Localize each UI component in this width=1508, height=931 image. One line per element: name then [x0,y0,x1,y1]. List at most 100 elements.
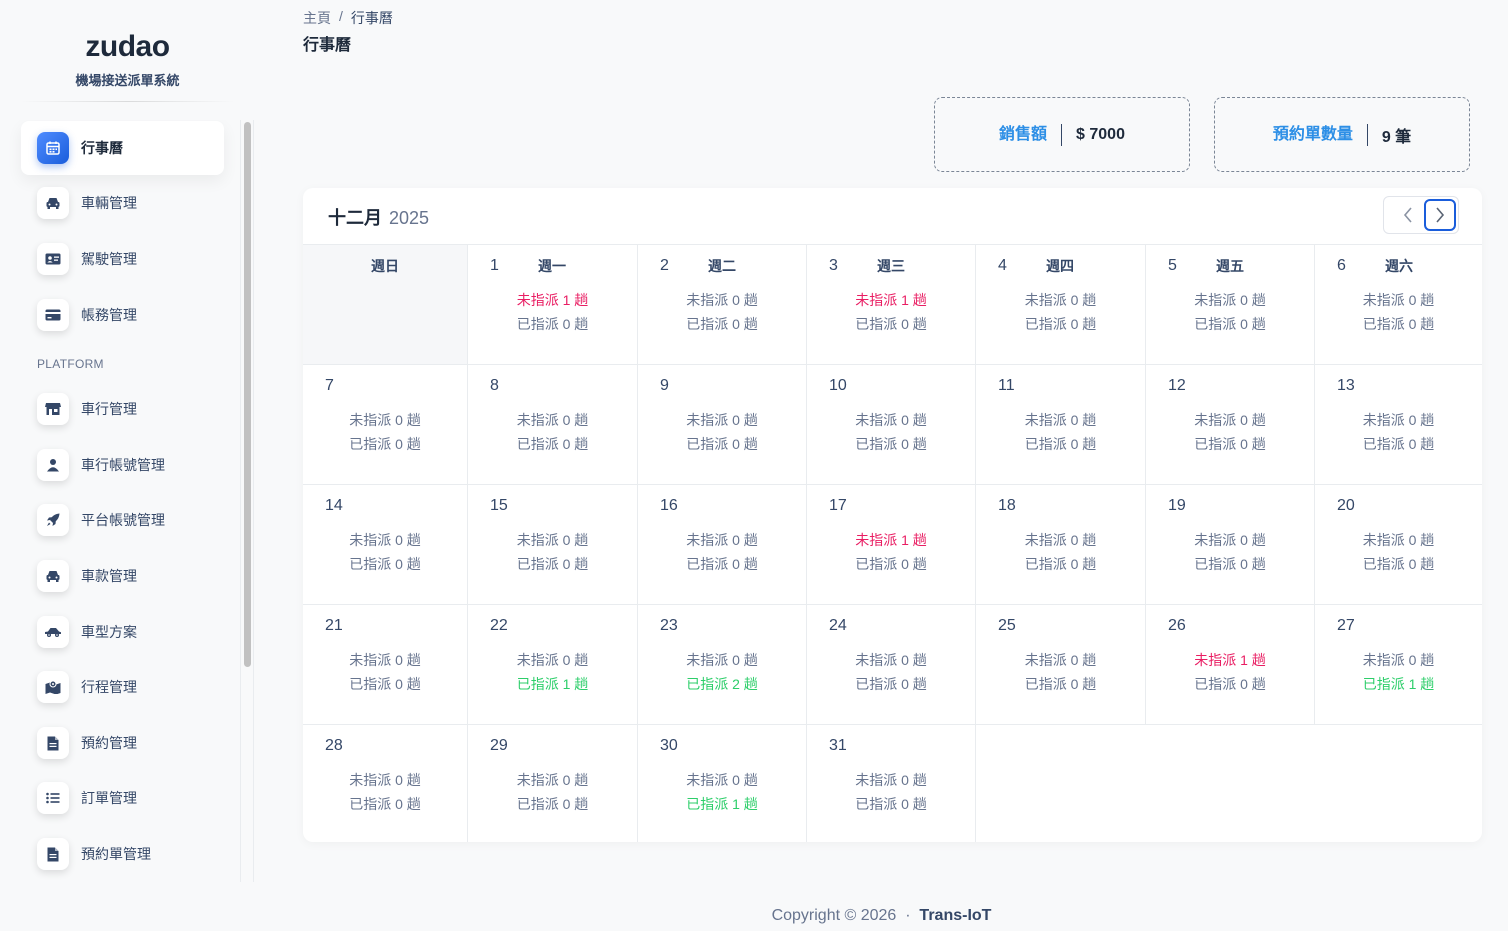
calendar-day-cell[interactable]: 17 未指派 1 趟已指派 0 趟 [807,485,976,605]
calendar-day-cell[interactable]: 週六 6 未指派 0 趟已指派 0 趟 [1315,245,1482,365]
brand[interactable]: zudao 機場接送派單系統 [20,30,235,89]
assigned-count: 已指派 0 趟 [1362,316,1435,332]
next-month-button[interactable] [1424,199,1456,231]
calendar-day-cell[interactable]: 週二 2 未指派 0 趟已指派 0 趟 [638,245,807,365]
unassigned-count: 未指派 1 趟 [855,532,927,548]
day-number: 20 [1337,497,1355,514]
calendar-day-cell[interactable]: 週三 3 未指派 1 趟已指派 0 趟 [807,245,976,365]
calendar-day-cell[interactable]: 週一 1 未指派 1 趟已指派 0 趟 [468,245,638,365]
sidebar-item-booking-orders[interactable]: 預約單管理 [21,827,224,881]
day-number: 23 [660,617,678,634]
assigned-count: 已指派 0 趟 [855,796,927,812]
calendar-day-cell[interactable]: 10 未指派 0 趟已指派 0 趟 [807,365,976,485]
map-icon [37,671,69,703]
assigned-count: 已指派 1 趟 [1362,676,1435,692]
assigned-count: 已指派 0 趟 [1194,556,1266,572]
sidebar-item-platform-accounts[interactable]: 平台帳號管理 [21,493,224,547]
breadcrumb: 主頁 / 行事曆 [303,8,393,28]
sidebar-item-car-plans[interactable]: 車型方案 [21,605,224,659]
sidebar-item-label: 車型方案 [81,624,137,640]
breadcrumb-home[interactable]: 主頁 [303,8,331,28]
day-number: 10 [829,377,847,394]
chevron-left-icon [1403,207,1412,223]
calendar-day-cell[interactable]: 22 未指派 0 趟已指派 1 趟 [468,605,638,725]
calendar-day-cell[interactable]: 週五 5 未指派 0 趟已指派 0 趟 [1146,245,1315,365]
sidebar-item-label: 平台帳號管理 [81,512,165,528]
calendar-day-cell[interactable]: 29 未指派 0 趟已指派 0 趟 [468,725,638,842]
calendar-day-cell[interactable]: 19 未指派 0 趟已指派 0 趟 [1146,485,1315,605]
day-number: 3 [829,257,838,274]
sales-stat-card: 銷售額 $ 7000 [934,97,1190,172]
chevron-right-icon [1436,207,1445,223]
unassigned-count: 未指派 0 趟 [349,532,421,548]
sidebar-item-reservations[interactable]: 預約管理 [21,716,224,770]
brand-subtitle: 機場接送派單系統 [75,73,180,88]
footer-brand[interactable]: Trans-IoT [919,907,991,924]
calendar-day-cell[interactable]: 16 未指派 0 趟已指派 0 趟 [638,485,807,605]
sidebar-scrollbar-thumb[interactable] [244,122,251,667]
sidebar-item-label: 訂單管理 [81,790,137,806]
assigned-count: 已指派 0 趟 [1194,676,1266,692]
sidebar-item-billing[interactable]: 帳務管理 [21,288,224,342]
calendar-day-cell[interactable]: 8 未指派 0 趟已指派 0 趟 [468,365,638,485]
sidebar-item-label: 駕駛管理 [81,251,137,267]
day-number: 28 [325,737,343,754]
calendar-day-cell[interactable]: 15 未指派 0 趟已指派 0 趟 [468,485,638,605]
calendar-day-cell[interactable]: 11 未指派 0 趟已指派 0 趟 [976,365,1146,485]
calendar-day-cell[interactable]: 18 未指派 0 趟已指派 0 趟 [976,485,1146,605]
calendar-day-cell[interactable]: 24 未指派 0 趟已指派 0 趟 [807,605,976,725]
weekday-label: 週三 [877,258,905,274]
calendar: 十二月 2025 週日 週一 1 未指派 1 趟已指派 0 趟週二 2 未指派 0 趟已指… [303,188,1482,842]
sidebar-item-vehicles[interactable]: 車輛管理 [21,176,224,230]
assigned-count: 已指派 0 趟 [1024,556,1097,572]
prev-month-button[interactable] [1392,199,1424,231]
sidebar-item-trips[interactable]: 行程管理 [21,660,224,714]
sidebar-scrollbar[interactable] [240,120,254,882]
sidebar-item-drivers[interactable]: 駕駛管理 [21,232,224,286]
sidebar-item-label: 車行管理 [81,401,137,417]
sidebar-item-calendar[interactable]: 行事曆 [21,121,224,175]
sidebar-item-orders[interactable]: 訂單管理 [21,771,224,825]
day-number: 4 [998,257,1007,274]
page-title: 行事曆 [303,37,352,54]
calendar-day-cell[interactable]: 31 未指派 0 趟已指派 0 趟 [807,725,976,842]
rocket-icon [37,504,69,536]
unassigned-count: 未指派 0 趟 [516,772,589,788]
day-number: 21 [325,617,343,634]
day-number: 16 [660,497,678,514]
calendar-day-cell[interactable]: 26 未指派 1 趟已指派 0 趟 [1146,605,1315,725]
calendar-day-cell[interactable]: 23 未指派 0 趟已指派 2 趟 [638,605,807,725]
user-icon [37,449,69,481]
assigned-count: 已指派 0 趟 [349,436,421,452]
calendar-day-cell[interactable]: 12 未指派 0 趟已指派 0 趟 [1146,365,1315,485]
sidebar-item-fleet-accounts[interactable]: 車行帳號管理 [21,438,224,492]
document-icon [37,727,69,759]
calendar-day-cell[interactable]: 7 未指派 0 趟已指派 0 趟 [303,365,468,485]
sidebar-item-fleet[interactable]: 車行管理 [21,382,224,436]
weekday-label: 週二 [708,258,736,274]
unassigned-count: 未指派 0 趟 [686,772,758,788]
calendar-day-cell[interactable]: 14 未指派 0 趟已指派 0 趟 [303,485,468,605]
calendar-day-cell[interactable]: 28 未指派 0 趟已指派 0 趟 [303,725,468,842]
sidebar-item-car-models[interactable]: 車款管理 [21,549,224,603]
car-icon [37,187,69,219]
assigned-count: 已指派 0 趟 [1024,316,1097,332]
sidebar-section-label: PLATFORM [37,357,104,371]
calendar-day-cell[interactable]: 13 未指派 0 趟已指派 0 趟 [1315,365,1482,485]
sidebar-item-label: 車行帳號管理 [81,457,165,473]
calendar-day-cell[interactable]: 25 未指派 0 趟已指派 0 趟 [976,605,1146,725]
breadcrumb-current: 行事曆 [350,10,393,26]
unassigned-count: 未指派 0 趟 [686,652,758,668]
calendar-day-cell[interactable]: 週四 4 未指派 0 趟已指派 0 趟 [976,245,1146,365]
calendar-day-cell[interactable]: 9 未指派 0 趟已指派 0 趟 [638,365,807,485]
day-number: 19 [1168,497,1186,514]
unassigned-count: 未指派 0 趟 [686,532,758,548]
calendar-day-cell[interactable]: 21 未指派 0 趟已指派 0 趟 [303,605,468,725]
day-number: 8 [490,377,499,394]
calendar-day-cell[interactable]: 30 未指派 0 趟已指派 1 趟 [638,725,807,842]
assigned-count: 已指派 1 趟 [686,796,758,812]
car-icon [37,560,69,592]
calendar-day-cell[interactable]: 27 未指派 0 趟已指派 1 趟 [1315,605,1482,725]
calendar-day-cell[interactable]: 20 未指派 0 趟已指派 0 趟 [1315,485,1482,605]
document-icon [37,838,69,870]
